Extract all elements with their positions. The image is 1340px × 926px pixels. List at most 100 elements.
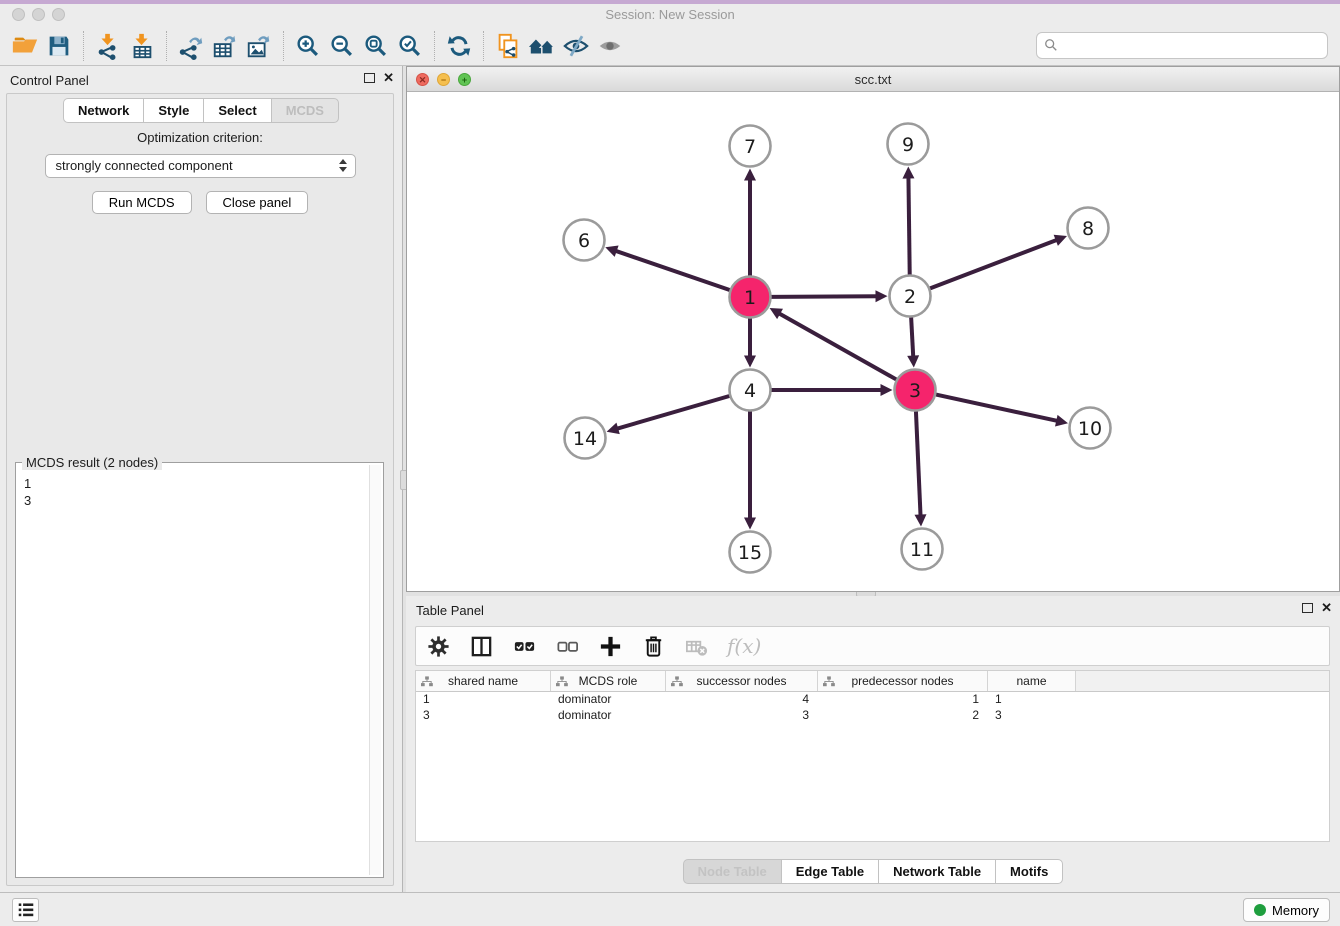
deselect-all-button[interactable] xyxy=(555,634,580,659)
cell-mcds-role[interactable]: dominator xyxy=(551,708,666,724)
cell-predecessor-nodes[interactable]: 1 xyxy=(818,692,988,708)
search-container xyxy=(1036,32,1328,59)
add-column-button[interactable] xyxy=(598,634,623,659)
result-scrollbar[interactable] xyxy=(369,465,381,875)
column-header-predecessor-nodes[interactable]: predecessor nodes xyxy=(818,671,988,691)
window-titlebar: Session: New Session xyxy=(0,0,1340,26)
zoom-in-button[interactable] xyxy=(291,30,325,62)
tab-network[interactable]: Network xyxy=(63,98,143,123)
graph-edge[interactable] xyxy=(936,395,1058,422)
table-settings-button[interactable] xyxy=(426,634,451,659)
zoom-out-icon xyxy=(328,32,356,60)
export-table-button[interactable] xyxy=(208,30,242,62)
control-panel-tabs: Network Style Select MCDS xyxy=(0,98,402,123)
plus-icon xyxy=(598,634,623,659)
cell-name[interactable]: 1 xyxy=(988,692,1076,708)
show-view-button[interactable] xyxy=(593,30,627,62)
import-network-button[interactable] xyxy=(91,30,125,62)
column-header-mcds-role[interactable]: MCDS role xyxy=(551,671,666,691)
tab-network-table[interactable]: Network Table xyxy=(878,859,995,884)
run-mcds-button[interactable]: Run MCDS xyxy=(92,191,192,214)
save-icon xyxy=(45,32,73,60)
result-line: 1 xyxy=(24,475,364,492)
tab-mcds[interactable]: MCDS xyxy=(271,98,339,123)
home-button[interactable] xyxy=(525,30,559,62)
cell-name[interactable]: 3 xyxy=(988,708,1076,724)
graph-edge[interactable] xyxy=(911,317,913,357)
cell-successor-nodes[interactable]: 4 xyxy=(666,692,818,708)
graph-edge[interactable] xyxy=(771,296,877,297)
network-view-window: ✕ − + scc.txt 7968124314101511 xyxy=(406,66,1340,592)
column-header-successor-nodes[interactable]: successor nodes xyxy=(666,671,818,691)
hide-view-button[interactable] xyxy=(559,30,593,62)
tab-edge-table[interactable]: Edge Table xyxy=(781,859,878,884)
close-panel-icon[interactable]: ✕ xyxy=(383,73,394,83)
graph-edge[interactable] xyxy=(616,396,729,429)
zoom-fit-icon xyxy=(362,32,390,60)
zoom-out-button[interactable] xyxy=(325,30,359,62)
table-row[interactable]: 1 dominator 4 1 1 xyxy=(416,692,1329,708)
table-tabs: Node Table Edge Table Network Table Moti… xyxy=(406,859,1340,884)
memory-button[interactable]: Memory xyxy=(1243,898,1330,922)
graph-svg[interactable]: 7968124314101511 xyxy=(407,92,1339,591)
cell-shared-name[interactable]: 3 xyxy=(416,708,551,724)
delete-column-button[interactable] xyxy=(641,634,666,659)
column-header-shared-name[interactable]: shared name xyxy=(416,671,551,691)
mcds-result-box: MCDS result (2 nodes) 1 3 xyxy=(15,462,384,878)
graph-edge-arrow-icon xyxy=(744,169,756,181)
table-row[interactable]: 3 dominator 3 2 3 xyxy=(416,708,1329,724)
zoom-in-icon xyxy=(294,32,322,60)
tab-select[interactable]: Select xyxy=(203,98,270,123)
cell-shared-name[interactable]: 1 xyxy=(416,692,551,708)
zoom-fit-button[interactable] xyxy=(359,30,393,62)
graph-node-label: 15 xyxy=(738,542,762,564)
main-toolbar xyxy=(0,26,1340,66)
close-panel-icon[interactable]: ✕ xyxy=(1321,603,1332,613)
column-view-button[interactable] xyxy=(469,634,494,659)
network-canvas[interactable]: 7968124314101511 xyxy=(407,92,1339,591)
mcds-result-text[interactable]: 1 3 xyxy=(18,465,368,875)
graph-edge[interactable] xyxy=(778,313,896,379)
cell-successor-nodes[interactable]: 3 xyxy=(666,708,818,724)
graph-node-label: 11 xyxy=(910,539,934,561)
refresh-layout-button[interactable] xyxy=(442,30,476,62)
graph-edge[interactable] xyxy=(916,411,921,516)
result-line: 3 xyxy=(24,492,364,509)
delete-table-button[interactable] xyxy=(684,634,709,659)
apply-function-button[interactable]: f(x) xyxy=(727,634,761,658)
float-panel-icon[interactable] xyxy=(364,73,375,83)
select-all-icon xyxy=(512,634,537,659)
graph-edge[interactable] xyxy=(908,176,909,274)
cell-mcds-role[interactable]: dominator xyxy=(551,692,666,708)
close-panel-button[interactable]: Close panel xyxy=(206,191,309,214)
column-header-name[interactable]: name xyxy=(988,671,1076,691)
toolbar-separator xyxy=(83,31,84,61)
tab-node-table[interactable]: Node Table xyxy=(683,859,781,884)
optimization-select[interactable]: strongly connected component xyxy=(45,154,356,178)
copy-network-button[interactable] xyxy=(491,30,525,62)
select-all-button[interactable] xyxy=(512,634,537,659)
cell-predecessor-nodes[interactable]: 2 xyxy=(818,708,988,724)
export-image-button[interactable] xyxy=(242,30,276,62)
export-network-button[interactable] xyxy=(174,30,208,62)
search-input[interactable] xyxy=(1036,32,1328,59)
import-table-button[interactable] xyxy=(125,30,159,62)
graph-edge[interactable] xyxy=(615,251,730,290)
tab-style[interactable]: Style xyxy=(143,98,203,123)
network-window-titlebar[interactable]: ✕ − + scc.txt xyxy=(407,67,1339,92)
graph-edge-arrow-icon xyxy=(607,423,620,435)
select-stepper-icon xyxy=(339,159,347,172)
task-history-button[interactable] xyxy=(12,898,39,922)
graph-edge[interactable] xyxy=(930,240,1058,289)
application-window: Session: New Session xyxy=(0,0,1340,926)
network-window-title: scc.txt xyxy=(407,72,1339,87)
save-session-button[interactable] xyxy=(42,30,76,62)
node-table[interactable]: shared name MCDS role successor nodes pr… xyxy=(415,670,1330,842)
zoom-selected-button[interactable] xyxy=(393,30,427,62)
export-table-icon xyxy=(211,32,239,60)
header-filler xyxy=(1076,671,1329,691)
float-panel-icon[interactable] xyxy=(1302,603,1313,613)
open-session-button[interactable] xyxy=(8,30,42,62)
hierarchy-icon xyxy=(556,676,568,687)
tab-motifs[interactable]: Motifs xyxy=(995,859,1063,884)
